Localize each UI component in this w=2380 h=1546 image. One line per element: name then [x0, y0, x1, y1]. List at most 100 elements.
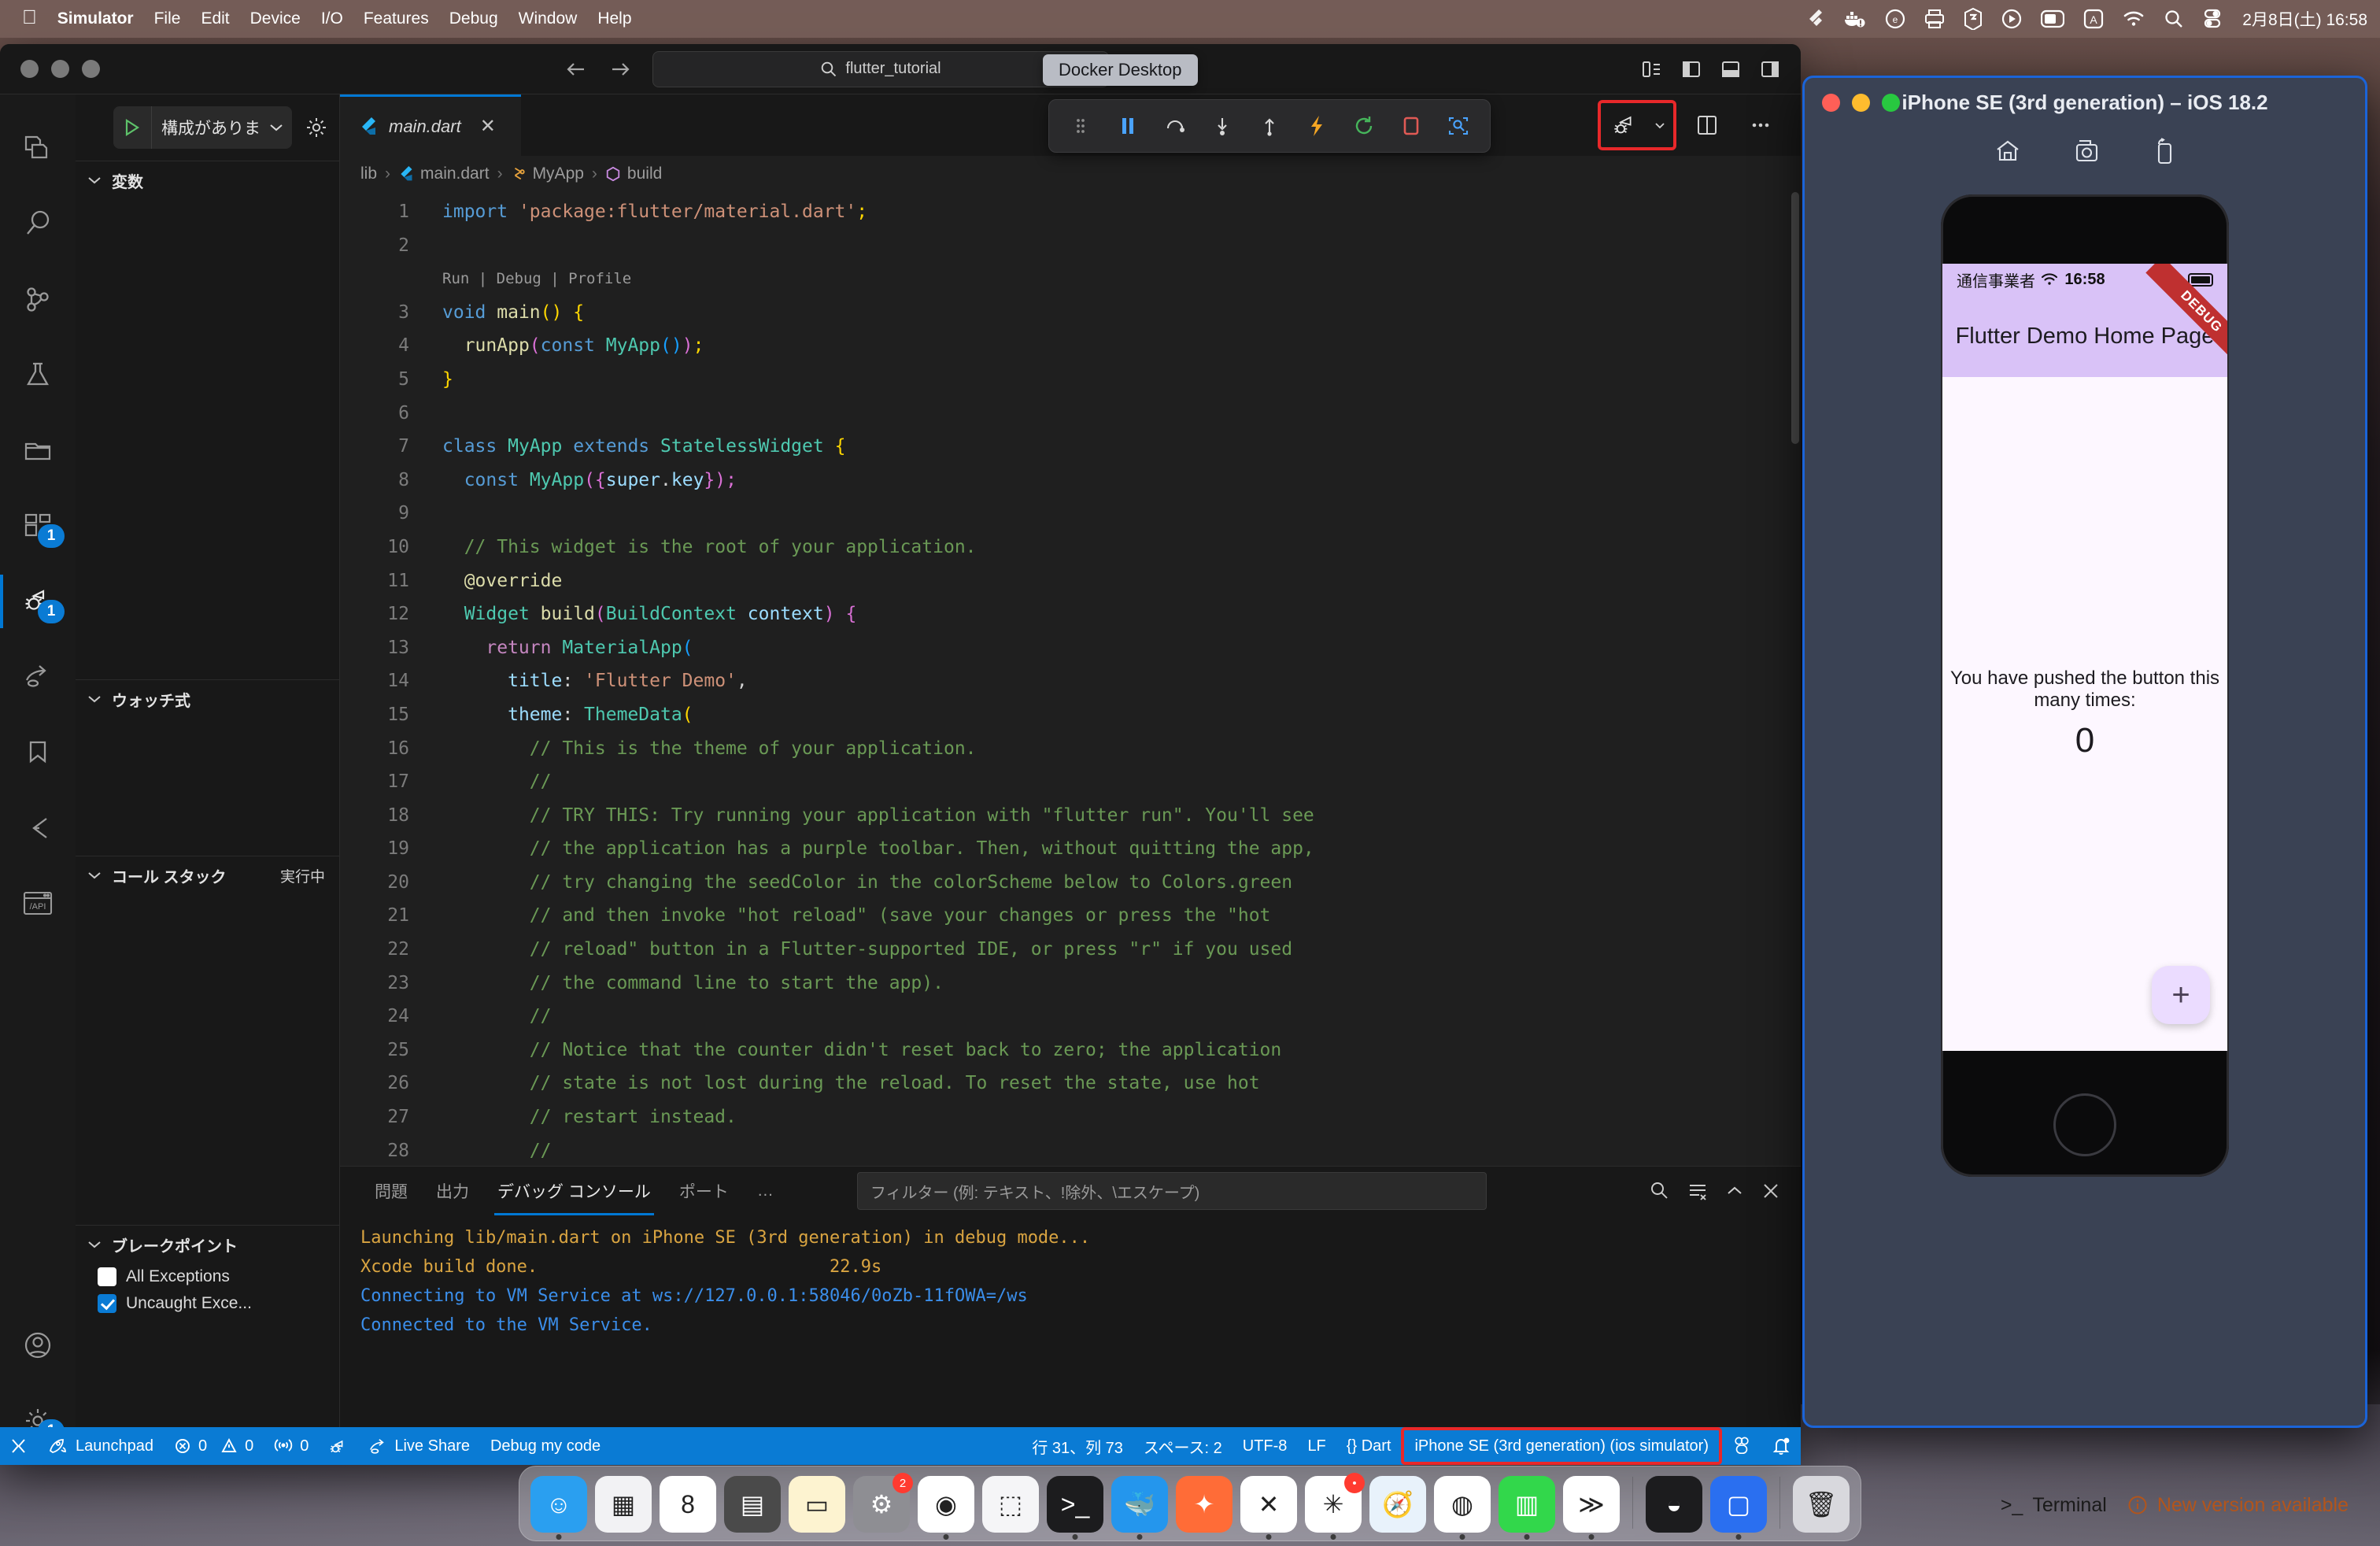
menu-item-io[interactable]: I/O — [321, 9, 343, 28]
increment-fab-button[interactable]: + — [2152, 966, 2210, 1024]
console-filter-input[interactable]: フィルター (例: テキスト、!除外、\エスケープ) — [856, 1172, 1487, 1210]
code-line[interactable]: 28 // — [340, 1134, 1801, 1166]
menu-item-file[interactable]: File — [154, 9, 181, 28]
variables-header[interactable]: 変数 — [76, 161, 339, 199]
code-line[interactable]: 3 void main() { — [340, 296, 1801, 330]
status-flutter-devtools-icon[interactable] — [1722, 1427, 1761, 1465]
code-editor[interactable]: 1 import 'package:flutter/material.dart';… — [340, 192, 1801, 1166]
run-or-debug-icon[interactable] — [1602, 102, 1648, 148]
status-notifications-bell-icon[interactable] — [1761, 1427, 1801, 1465]
tab-output[interactable]: 出力 — [422, 1167, 483, 1215]
status-selected-device[interactable]: iPhone SE (3rd generation) (ios simulato… — [1404, 1427, 1719, 1465]
code-line[interactable]: 17 // — [340, 765, 1801, 799]
printer-icon[interactable] — [1924, 7, 1945, 31]
arrow-left-icon[interactable] — [564, 59, 588, 80]
command-center-search[interactable]: flutter_tutorial — [652, 50, 1109, 87]
stop-icon[interactable] — [1391, 105, 1432, 146]
dock-item-calculator[interactable]: ▤ — [724, 1476, 781, 1533]
clear-console-icon[interactable] — [1687, 1182, 1708, 1200]
checkbox[interactable] — [98, 1294, 116, 1313]
toggle-secondary-sidebar-icon[interactable] — [1760, 60, 1780, 79]
code-line[interactable]: 4 runApp(const MyApp()); — [340, 329, 1801, 363]
sidebar-item-bookmarks[interactable] — [0, 715, 76, 790]
drag-handle-icon[interactable] — [1060, 105, 1101, 146]
code-line[interactable]: 14 title: 'Flutter Demo', — [340, 664, 1801, 698]
rotate-icon[interactable] — [2152, 138, 2175, 165]
status-remote-icon[interactable] — [0, 1427, 38, 1465]
dock-item-pgadmin[interactable]: ◍ — [1434, 1476, 1491, 1540]
code-line[interactable]: 24 // — [340, 1000, 1801, 1034]
ellipsis-icon[interactable] — [1738, 102, 1783, 148]
sidebar-item-rest-client[interactable]: /API — [0, 866, 76, 941]
scrollbar-thumb[interactable] — [1791, 192, 1799, 444]
dock-item-sourcetree[interactable]: ≫ — [1563, 1476, 1620, 1540]
menu-item-simulator[interactable]: Simulator — [57, 9, 134, 28]
docker-alert-icon[interactable] — [1844, 7, 1866, 31]
minimize-window-button[interactable] — [51, 60, 69, 78]
dock-item-chrome[interactable]: ◉ — [918, 1476, 974, 1540]
menu-item-features[interactable]: Features — [364, 9, 429, 28]
code-line[interactable]: 19 // the application has a purple toolb… — [340, 832, 1801, 866]
split-editor-icon[interactable] — [1684, 102, 1730, 148]
code-line[interactable]: 15 theme: ThemeData( — [340, 698, 1801, 732]
status-live-share[interactable]: Live Share — [358, 1427, 480, 1465]
hot-restart-icon[interactable] — [1343, 105, 1384, 146]
sidebar-item-extensions[interactable]: 1 — [0, 488, 76, 564]
inspect-widget-icon[interactable] — [1438, 105, 1479, 146]
breakpoint-uncaught-exceptions[interactable]: Uncaught Exce... — [76, 1290, 339, 1317]
toggle-panel-left-icon[interactable] — [1642, 60, 1662, 79]
tab-problems[interactable]: 問題 — [360, 1167, 422, 1215]
step-into-icon[interactable] — [1202, 105, 1243, 146]
arrow-right-icon[interactable] — [608, 59, 632, 80]
status-eol[interactable]: LF — [1297, 1427, 1336, 1465]
code-line[interactable]: 27 // restart instead. — [340, 1100, 1801, 1134]
maximize-window-button[interactable] — [82, 60, 100, 78]
breakpoints-header[interactable]: ブレークポイント — [76, 1226, 339, 1263]
code-line[interactable]: 22 // reload" button in a Flutter-suppor… — [340, 933, 1801, 967]
code-line[interactable]: 18 // TRY THIS: Try running your applica… — [340, 799, 1801, 833]
apple-menu-icon[interactable]:  — [22, 8, 37, 28]
code-line[interactable]: 20 // try changing the seedColor in the … — [340, 866, 1801, 900]
dock-item-system-settings[interactable]: ⚙ 2 — [853, 1473, 913, 1533]
new-version-notice[interactable]: New version available — [2127, 1494, 2349, 1517]
code-line[interactable]: 1 import 'package:flutter/material.dart'; — [340, 195, 1801, 229]
status-encoding[interactable]: UTF-8 — [1232, 1427, 1298, 1465]
dock-item-numbers[interactable]: ▥ — [1499, 1476, 1555, 1540]
screenshot-icon[interactable] — [2073, 139, 2100, 164]
code-line[interactable]: 2 — [340, 229, 1801, 263]
wifi-icon[interactable] — [2123, 7, 2145, 31]
pause-icon[interactable] — [1107, 105, 1148, 146]
spotlight-search-icon[interactable] — [2164, 7, 2184, 31]
code-line[interactable]: 9 — [340, 497, 1801, 531]
sidebar-item-testing[interactable] — [0, 337, 76, 412]
play-icon[interactable] — [113, 118, 151, 137]
status-errors[interactable]: 0 0 — [164, 1427, 264, 1465]
tab-ports[interactable]: ポート — [665, 1167, 743, 1215]
iphone-screen[interactable]: 通信事業者 16:58 Flutter Demo Home Page DEBUG — [1942, 264, 2227, 1051]
code-line[interactable]: 11 @override — [340, 564, 1801, 598]
play-circle-icon[interactable] — [2001, 7, 2022, 31]
editor-vertical-scrollbar[interactable] — [1790, 192, 1801, 1166]
close-window-button[interactable] — [20, 60, 39, 78]
breadcrumb-item-build[interactable]: build — [605, 165, 662, 183]
menu-item-window[interactable]: Window — [519, 9, 578, 28]
menu-item-debug[interactable]: Debug — [449, 9, 498, 28]
dock-item-docker[interactable]: 🐳 — [1111, 1476, 1168, 1540]
sidebar-item-source-control[interactable] — [0, 261, 76, 337]
close-icon[interactable] — [1761, 1182, 1780, 1200]
search-icon[interactable] — [1650, 1181, 1670, 1201]
breadcrumb-item-myapp[interactable]: MyApp — [511, 165, 584, 183]
code-line[interactable]: 12 Widget build(BuildContext context) { — [340, 597, 1801, 631]
chevron-down-icon[interactable] — [265, 122, 292, 133]
minimize-window-button[interactable] — [1852, 93, 1870, 112]
close-window-button[interactable] — [1822, 93, 1840, 112]
status-radio-tower[interactable]: 0 — [264, 1427, 319, 1465]
dock-item-safari[interactable]: 🧭 — [1369, 1476, 1426, 1533]
input-source-A-icon[interactable]: A — [2083, 7, 2104, 31]
dock-item-figma[interactable]: ◒ — [1646, 1476, 1702, 1533]
chevron-up-icon[interactable] — [1725, 1184, 1744, 1198]
close-icon[interactable]: ✕ — [480, 115, 496, 138]
dock-item-calendar[interactable]: 8 — [660, 1476, 716, 1533]
code-lens-label[interactable]: Run | Debug | Profile — [427, 262, 631, 296]
menu-item-help[interactable]: Help — [597, 9, 631, 28]
